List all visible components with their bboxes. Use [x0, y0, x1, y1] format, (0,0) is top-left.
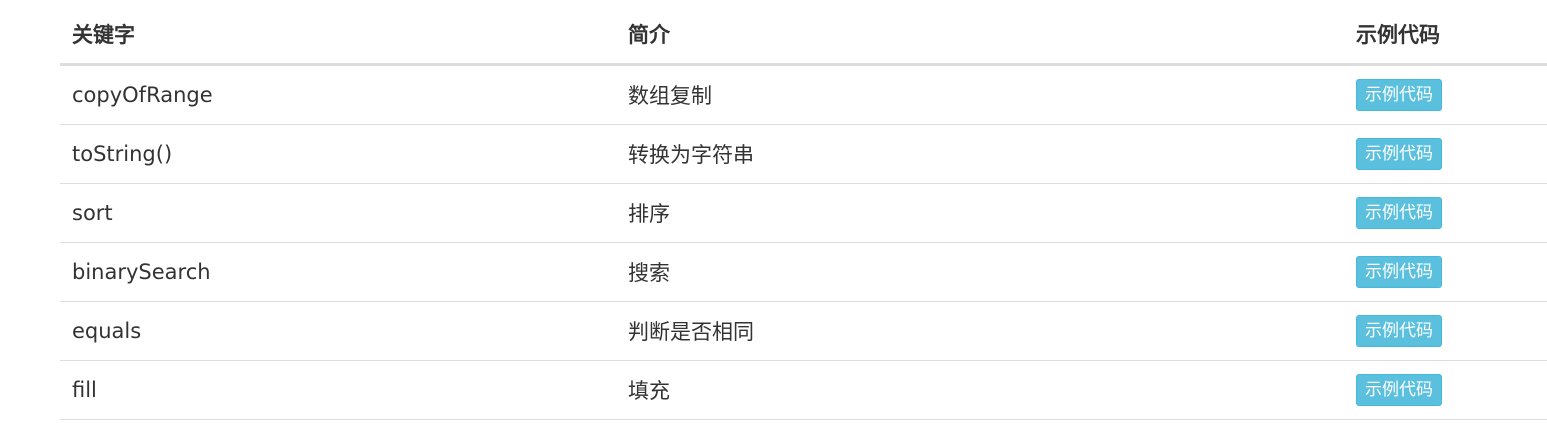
header-row: 关键字 简介 示例代码: [60, 4, 1547, 66]
action-cell: 示例代码: [1344, 242, 1547, 302]
example-code-button[interactable]: 示例代码: [1356, 374, 1442, 406]
keyword-cell: equals: [60, 301, 616, 361]
table-body: copyOfRange 数组复制 示例代码 toString() 转换为字符串 …: [60, 64, 1547, 420]
header-keyword: 关键字: [60, 4, 616, 66]
action-cell: 示例代码: [1344, 64, 1547, 125]
description-cell: 排序: [616, 183, 1344, 243]
example-code-button[interactable]: 示例代码: [1356, 256, 1442, 288]
table-row: sort 排序 示例代码: [60, 183, 1547, 243]
description-cell: 转换为字符串: [616, 124, 1344, 184]
description-cell: 填充: [616, 360, 1344, 420]
action-cell: 示例代码: [1344, 360, 1547, 420]
example-code-button[interactable]: 示例代码: [1356, 79, 1442, 111]
keyword-cell: binarySearch: [60, 242, 616, 302]
table-row: toString() 转换为字符串 示例代码: [60, 124, 1547, 184]
action-cell: 示例代码: [1344, 183, 1547, 243]
example-code-button[interactable]: 示例代码: [1356, 315, 1442, 347]
keyword-cell: toString(): [60, 124, 616, 184]
example-code-button[interactable]: 示例代码: [1356, 197, 1442, 229]
header-example-code: 示例代码: [1344, 4, 1547, 66]
methods-table: 关键字 简介 示例代码 copyOfRange 数组复制 示例代码 toStri…: [60, 4, 1547, 420]
table-row: equals 判断是否相同 示例代码: [60, 301, 1547, 361]
description-cell: 判断是否相同: [616, 301, 1344, 361]
keyword-cell: copyOfRange: [60, 64, 616, 125]
keyword-cell: sort: [60, 183, 616, 243]
table-header: 关键字 简介 示例代码: [60, 4, 1547, 66]
table-row: copyOfRange 数组复制 示例代码: [60, 64, 1547, 125]
header-description: 简介: [616, 4, 1344, 66]
keyword-cell: fill: [60, 360, 616, 420]
description-cell: 搜索: [616, 242, 1344, 302]
example-code-button[interactable]: 示例代码: [1356, 138, 1442, 170]
description-cell: 数组复制: [616, 64, 1344, 125]
action-cell: 示例代码: [1344, 124, 1547, 184]
table-row: fill 填充 示例代码: [60, 360, 1547, 420]
table-row: binarySearch 搜索 示例代码: [60, 242, 1547, 302]
action-cell: 示例代码: [1344, 301, 1547, 361]
